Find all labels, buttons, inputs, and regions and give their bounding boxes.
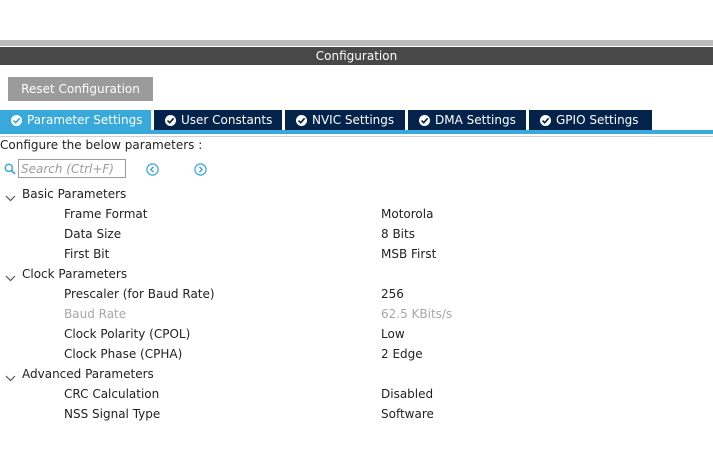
param-name: Clock Polarity (CPOL)	[64, 327, 191, 341]
param-name: Clock Phase (CPHA)	[64, 347, 183, 361]
param-name: Frame Format	[64, 207, 148, 221]
param-name: Baud Rate	[64, 307, 127, 321]
param-row[interactable]: Frame Format Motorola	[0, 204, 713, 224]
param-name: CRC Calculation	[64, 387, 160, 401]
group-clock-parameters[interactable]: Clock Parameters	[0, 264, 713, 284]
param-value: 62.5 KBits/s	[381, 307, 453, 321]
search-icon	[4, 163, 16, 178]
tab-parameter-settings[interactable]: Parameter Settings	[0, 110, 151, 130]
param-value[interactable]: 256	[381, 284, 404, 304]
group-label: Basic Parameters	[22, 187, 127, 201]
tab-label: Parameter Settings	[27, 113, 143, 127]
chevron-right-circle-icon[interactable]	[194, 163, 207, 176]
param-name: First Bit	[64, 247, 110, 261]
param-value[interactable]: Low	[381, 324, 405, 344]
parameter-tree: Basic Parameters Frame Format Motorola D…	[0, 184, 713, 424]
tab-dma-settings[interactable]: DMA Settings	[408, 110, 526, 130]
param-row-disabled: Baud Rate 62.5 KBits/s	[0, 304, 713, 324]
check-circle-icon	[165, 114, 176, 126]
param-row[interactable]: First Bit MSB First	[0, 244, 713, 264]
tab-user-constants[interactable]: User Constants	[154, 110, 282, 130]
tab-label: GPIO Settings	[556, 113, 639, 127]
param-value[interactable]: 8 Bits	[381, 224, 415, 244]
check-circle-icon	[540, 114, 551, 126]
divider	[0, 136, 713, 137]
tab-gpio-settings[interactable]: GPIO Settings	[529, 110, 652, 130]
param-name: Data Size	[64, 227, 122, 241]
group-advanced-parameters[interactable]: Advanced Parameters	[0, 364, 713, 384]
tab-label: User Constants	[181, 113, 273, 127]
param-value[interactable]: 2 Edge	[381, 344, 423, 364]
check-circle-icon	[296, 114, 307, 126]
top-separator	[0, 40, 713, 46]
param-row[interactable]: Prescaler (for Baud Rate) 256	[0, 284, 713, 304]
param-row[interactable]: Clock Polarity (CPOL) Low	[0, 324, 713, 344]
group-label: Advanced Parameters	[22, 367, 154, 381]
param-row[interactable]: Clock Phase (CPHA) 2 Edge	[0, 344, 713, 364]
param-value[interactable]: Software	[381, 404, 434, 424]
check-circle-icon	[419, 114, 430, 126]
param-row[interactable]: CRC Calculation Disabled	[0, 384, 713, 404]
search-input[interactable]	[18, 159, 126, 178]
param-name: NSS Signal Type	[64, 407, 161, 421]
group-basic-parameters[interactable]: Basic Parameters	[0, 184, 713, 204]
tab-label: NVIC Settings	[312, 113, 395, 127]
param-row[interactable]: Data Size 8 Bits	[0, 224, 713, 244]
reset-configuration-button[interactable]: Reset Configuration	[8, 77, 153, 101]
tab-label: DMA Settings	[435, 113, 516, 127]
param-value[interactable]: Motorola	[381, 204, 433, 224]
check-circle-icon	[11, 114, 22, 126]
param-name: Prescaler (for Baud Rate)	[64, 287, 215, 301]
tab-nvic-settings[interactable]: NVIC Settings	[285, 110, 405, 130]
param-value[interactable]: Disabled	[381, 384, 433, 404]
chevron-left-circle-icon[interactable]	[146, 163, 159, 176]
group-label: Clock Parameters	[22, 267, 128, 281]
param-value[interactable]: MSB First	[381, 244, 436, 264]
param-row[interactable]: NSS Signal Type Software	[0, 404, 713, 424]
tab-underline	[0, 130, 713, 134]
configuration-header: Configuration	[0, 47, 713, 65]
instruction-text: Configure the below parameters :	[0, 138, 203, 152]
